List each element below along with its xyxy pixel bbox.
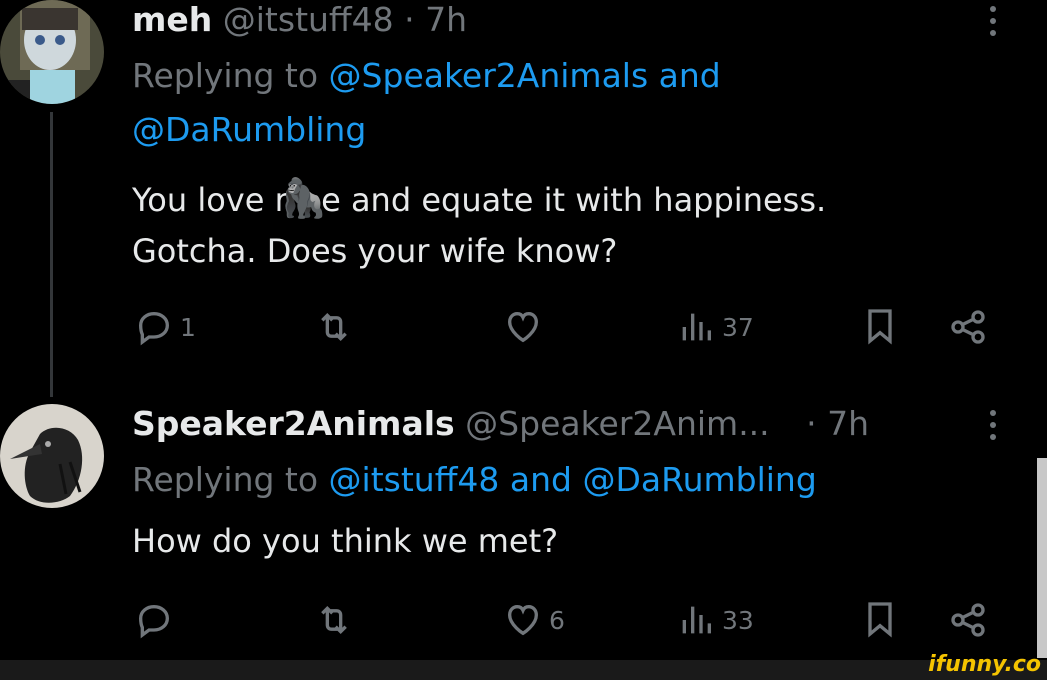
avatar-meh[interactable] (0, 0, 104, 104)
timestamp[interactable]: · 7h (404, 0, 467, 39)
reply-button[interactable]: 1 (134, 307, 196, 347)
bookmark-icon (868, 309, 892, 345)
display-name[interactable]: Speaker2Animals (132, 404, 455, 443)
replying-prefix: Replying to (132, 460, 319, 499)
reply-button[interactable] (134, 600, 174, 640)
reply-count: 1 (180, 312, 196, 342)
more-icon[interactable] (990, 6, 998, 42)
views-icon (682, 313, 711, 341)
view-count: 37 (722, 312, 754, 342)
retweet-icon (321, 605, 347, 635)
share-icon (951, 603, 985, 637)
mention-speaker2animals[interactable]: @Speaker2Animals (329, 56, 649, 95)
replying-prefix: Replying to (132, 56, 319, 95)
mention-darumbling[interactable]: @DaRumbling (132, 110, 366, 149)
share-button[interactable] (948, 600, 988, 640)
views-button[interactable]: 33 (676, 600, 754, 640)
reply-icon (138, 311, 170, 346)
bookmark-button[interactable] (860, 305, 900, 347)
retweet-icon (321, 312, 347, 342)
tweet1-text-line2: Gotcha. Does your wife know? (132, 232, 618, 270)
tweet1-text-line1: You love r🦍e and equate it with happines… (132, 176, 827, 220)
retweet-button[interactable] (314, 307, 354, 347)
tweet2-header: Speaker2Animals @Speaker2Anim... · 7h (132, 404, 869, 443)
display-name[interactable]: meh (132, 0, 212, 39)
replying-and: and (658, 56, 721, 95)
bookmark-icon (868, 602, 892, 638)
replying-to: Replying to @Speaker2Animals and (132, 56, 721, 95)
replying-mentions[interactable]: @itstuff48 and @DaRumbling (329, 460, 817, 499)
tweet1-header: meh @itstuff48 · 7h (132, 0, 467, 39)
thread-line (50, 112, 53, 397)
bookmark-button[interactable] (860, 598, 900, 640)
like-button[interactable]: 6 (503, 600, 565, 640)
retweet-button[interactable] (314, 600, 354, 640)
like-count: 6 (549, 605, 565, 635)
like-button[interactable] (503, 307, 543, 347)
views-icon (682, 606, 711, 634)
handle[interactable]: @itstuff48 (223, 0, 394, 39)
scrollbar[interactable] (1037, 458, 1047, 658)
replying-to: Replying to @itstuff48 and @DaRumbling (132, 460, 817, 499)
more-icon[interactable] (990, 410, 998, 446)
reply-icon (138, 604, 170, 639)
bottom-bar (0, 660, 1047, 680)
view-count: 33 (722, 605, 754, 635)
like-icon (507, 311, 539, 343)
ifunny-watermark: ifunny.co (928, 652, 1041, 677)
views-button[interactable]: 37 (676, 307, 754, 347)
like-icon (507, 604, 539, 636)
handle[interactable]: @Speaker2Anim... (465, 404, 770, 443)
share-icon (951, 310, 985, 344)
tweet2-text: How do you think we met? (132, 522, 559, 560)
share-button[interactable] (948, 307, 988, 347)
avatar-speaker2animals[interactable] (0, 404, 104, 508)
gorilla-emoji: 🦍 (279, 176, 328, 220)
timestamp[interactable]: · 7h (806, 404, 869, 443)
